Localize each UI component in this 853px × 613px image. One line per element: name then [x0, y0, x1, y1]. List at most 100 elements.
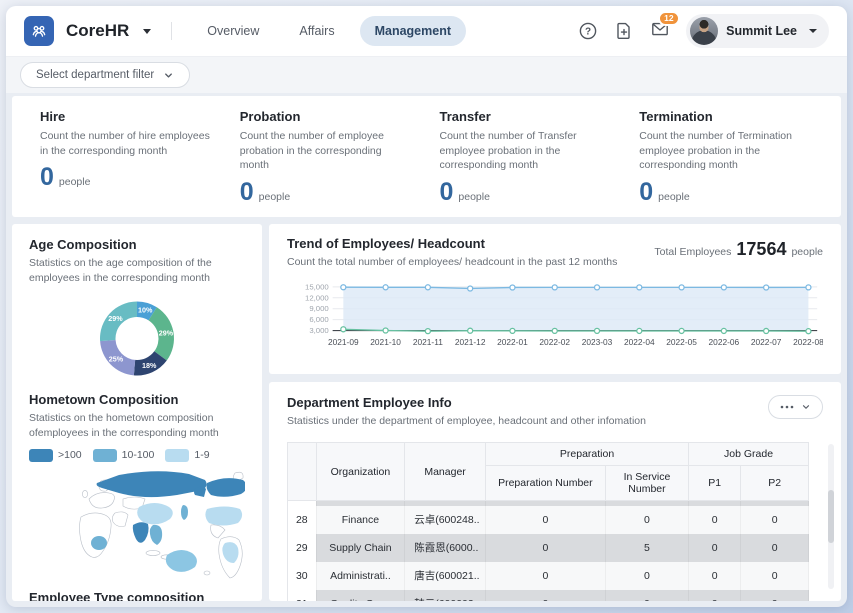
- col-manager: Manager: [405, 443, 486, 501]
- svg-text:6,000: 6,000: [309, 315, 328, 324]
- department-filter-select[interactable]: Select department filter: [20, 62, 190, 88]
- table-options-button[interactable]: [768, 395, 823, 419]
- stat-hire: Hire Count the number of hire employees …: [40, 109, 214, 205]
- total-label: Total Employees: [654, 246, 731, 258]
- svg-text:29%: 29%: [108, 313, 123, 322]
- stat-unit: people: [658, 191, 690, 203]
- help-icon[interactable]: ?: [578, 21, 598, 41]
- stat-title: Probation: [240, 109, 414, 124]
- svg-text:9,000: 9,000: [309, 305, 328, 314]
- svg-text:2021-11: 2021-11: [413, 337, 443, 347]
- composition-panel: Age Composition Statistics on the age co…: [12, 224, 262, 601]
- legend-item: >100: [29, 449, 82, 462]
- nav-tab-affairs[interactable]: Affairs: [284, 16, 349, 46]
- user-menu[interactable]: Summit Lee: [686, 14, 829, 48]
- svg-text:10%: 10%: [138, 305, 153, 314]
- stat-desc: Count the number of hire employees in th…: [40, 129, 214, 158]
- stats-panel: Hire Count the number of hire employees …: [12, 96, 841, 217]
- col-p1: P1: [689, 466, 741, 501]
- legend-swatch: [29, 449, 53, 462]
- svg-text:2022-07: 2022-07: [751, 337, 782, 347]
- employee-type-title: Employee Type composition: [29, 590, 245, 601]
- stat-transfer: Transfer Count the number of Transfer em…: [440, 109, 614, 205]
- svg-text:2022-06: 2022-06: [709, 337, 740, 347]
- stat-title: Hire: [40, 109, 214, 124]
- table-row[interactable]: 31 Quality Con.. 韩云(600002. 0 0 0 0: [288, 590, 809, 601]
- total-value: 17564: [736, 239, 786, 260]
- table-row[interactable]: 28 Finance 云卓(600248.. 0 0 0 0: [288, 506, 809, 534]
- total-employees: Total Employees 17564 people: [654, 236, 823, 260]
- svg-text:2022-01: 2022-01: [497, 337, 528, 347]
- colgroup-preparation: Preparation: [485, 443, 688, 466]
- stat-desc: Count the number of Transfer employee pr…: [440, 129, 614, 173]
- department-panel: Department Employee Info Statistics unde…: [269, 382, 841, 601]
- stat-unit: people: [59, 176, 91, 188]
- avatar: [690, 17, 718, 45]
- table-row[interactable]: 29 Supply Chain 陈霞恩(6000.. 0 5 0 0: [288, 534, 809, 562]
- people-group-icon: [29, 21, 49, 41]
- table-row[interactable]: 30 Administrati.. 唐吉(600021.. 0 0 0 0: [288, 562, 809, 590]
- stat-value: 0: [639, 180, 653, 205]
- department-filter-label: Select department filter: [36, 69, 154, 81]
- svg-text:2022-02: 2022-02: [539, 337, 570, 347]
- user-caret-icon: [809, 29, 817, 33]
- stat-value: 0: [440, 180, 454, 205]
- svg-text:2023-03: 2023-03: [582, 337, 613, 347]
- trend-title: Trend of Employees/ Headcount: [287, 236, 617, 251]
- trend-panel: Trend of Employees/ Headcount Count the …: [269, 224, 841, 374]
- nav-divider: [171, 22, 172, 40]
- total-unit: people: [791, 246, 823, 258]
- chevron-down-icon: [801, 402, 811, 412]
- nav-actions: ? 12 Summit Lee: [578, 14, 829, 48]
- nav-tab-management[interactable]: Management: [360, 16, 466, 46]
- stat-desc: Count the number of Termination employee…: [639, 129, 813, 173]
- svg-text:2022-08: 2022-08: [793, 337, 823, 347]
- col-index: [288, 443, 317, 501]
- svg-text:2022-04: 2022-04: [624, 337, 655, 347]
- svg-text:2022-05: 2022-05: [666, 337, 697, 347]
- top-nav: CoreHR Overview Affairs Management ? 12: [6, 6, 847, 56]
- more-icon: [780, 405, 794, 409]
- legend-item: 10-100: [93, 449, 155, 462]
- filter-bar: Select department filter: [6, 56, 847, 93]
- col-p2: P2: [741, 466, 809, 501]
- stat-unit: people: [458, 191, 490, 203]
- legend-swatch: [93, 449, 117, 462]
- col-organization: Organization: [316, 443, 405, 501]
- table-scrollbar-thumb[interactable]: [828, 490, 834, 542]
- chevron-down-icon: [163, 70, 174, 81]
- stat-title: Transfer: [440, 109, 614, 124]
- age-donut-chart: 10%29%18%25%29%: [59, 290, 215, 387]
- document-add-icon[interactable]: [614, 21, 634, 41]
- stat-termination: Termination Count the number of Terminat…: [639, 109, 813, 205]
- stat-value: 0: [240, 180, 254, 205]
- brand-caret-icon[interactable]: [143, 29, 151, 34]
- stat-unit: people: [259, 191, 291, 203]
- hometown-composition-desc: Statistics on the hometown composition o…: [29, 411, 245, 441]
- svg-text:2021-09: 2021-09: [328, 337, 359, 347]
- app-logo[interactable]: [24, 16, 54, 46]
- nav-tab-overview[interactable]: Overview: [192, 16, 274, 46]
- hometown-legend: >100 10-100 1-9: [29, 449, 245, 462]
- age-composition-desc: Statistics on the age composition of the…: [29, 256, 245, 286]
- stat-value: 0: [40, 165, 54, 190]
- world-map: [29, 467, 245, 579]
- app-window: CoreHR Overview Affairs Management ? 12: [6, 6, 847, 607]
- dept-title: Department Employee Info: [287, 395, 646, 410]
- stat-title: Termination: [639, 109, 813, 124]
- svg-text:3,000: 3,000: [309, 326, 328, 335]
- table-scrollbar: [828, 444, 834, 589]
- legend-swatch: [165, 449, 189, 462]
- dashboard-content: Hire Count the number of hire employees …: [6, 93, 847, 607]
- mail-button[interactable]: 12: [650, 19, 670, 44]
- col-preparation-number: Preparation Number: [485, 466, 605, 501]
- department-table: Organization Manager Preparation Job Gra…: [287, 442, 823, 601]
- user-name: Summit Lee: [726, 24, 797, 38]
- svg-text:25%: 25%: [109, 354, 124, 363]
- svg-text:18%: 18%: [142, 360, 157, 369]
- stat-desc: Count the number of employee probation i…: [240, 129, 414, 173]
- col-in-service-number: In Service Number: [605, 466, 688, 501]
- legend-item: 1-9: [165, 449, 209, 462]
- dept-desc: Statistics under the department of emplo…: [287, 414, 646, 429]
- age-composition-title: Age Composition: [29, 237, 245, 252]
